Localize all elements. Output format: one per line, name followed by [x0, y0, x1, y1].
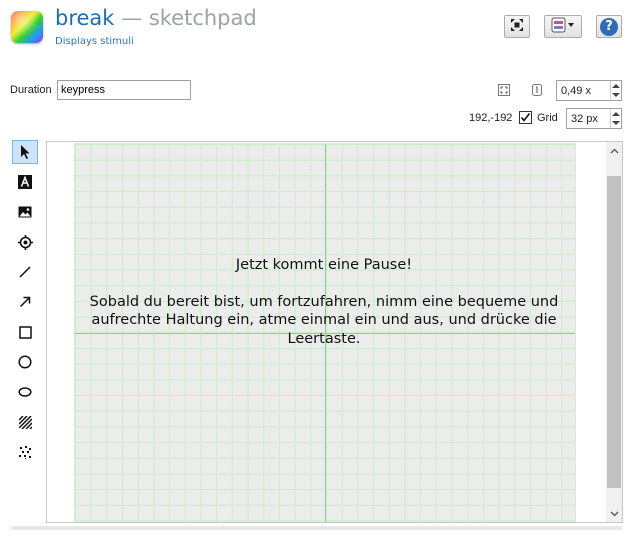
zoom-original-icon — [531, 81, 543, 100]
noise-patch-tool-icon — [18, 445, 31, 459]
zoom-value: 0,49 x — [561, 84, 591, 97]
expand-button[interactable] — [504, 15, 530, 38]
duration-field[interactable] — [57, 80, 191, 100]
spin-down-icon[interactable] — [612, 93, 620, 97]
canvas-text-line: Jetzt kommt eine Pause! — [235, 257, 413, 273]
tool-image[interactable] — [12, 200, 38, 224]
line-tool-icon — [19, 266, 31, 278]
scroll-down-button[interactable] — [606, 505, 622, 522]
help-button[interactable]: ? — [596, 15, 622, 38]
grid-size-spinbox[interactable]: 32 px — [566, 108, 622, 129]
spin-up-icon[interactable] — [612, 112, 620, 116]
tool-ellipse[interactable] — [12, 380, 38, 404]
grid-label: Grid — [537, 112, 558, 124]
fixdot-tool-icon — [17, 234, 33, 250]
canvas-text-line: Leertaste. — [287, 330, 361, 347]
tool-circle[interactable] — [12, 350, 38, 374]
zoom-fit-icon — [498, 81, 510, 100]
spin-up-icon[interactable] — [612, 84, 620, 88]
cursor-coordinates: 192,-192 — [469, 112, 513, 124]
scroll-up-button[interactable] — [606, 142, 622, 159]
duration-label: Duration — [10, 84, 52, 96]
tool-line[interactable] — [12, 260, 38, 284]
tool-fixdot[interactable] — [12, 230, 38, 254]
sketchpad-viewport[interactable]: Jetzt kommt eine Pause! Sobald du bereit… — [46, 141, 623, 523]
canvas-text-element[interactable]: Jetzt kommt eine Pause! Sobald du bereit… — [89, 256, 559, 348]
grid-checkbox[interactable] — [519, 111, 532, 124]
tool-text[interactable] — [12, 170, 38, 194]
scrollbar-thumb[interactable] — [607, 176, 621, 488]
arrow-tool-icon — [19, 296, 31, 308]
app-logo — [11, 11, 43, 43]
horizontal-scrollbar[interactable] — [11, 526, 622, 530]
tool-arrow[interactable] — [12, 290, 38, 314]
item-name[interactable]: break — [55, 6, 114, 30]
tool-gabor[interactable] — [12, 410, 38, 434]
item-type: sketchpad — [148, 6, 257, 30]
help-icon: ? — [600, 17, 618, 36]
image-tool-icon — [18, 206, 32, 218]
zoom-spinbox[interactable]: 0,49 x — [556, 80, 622, 101]
view-toggle-button[interactable] — [544, 15, 582, 38]
zoom-fit-button[interactable] — [497, 83, 511, 97]
arrow-pointer-icon — [21, 145, 30, 159]
checkmark-icon — [520, 113, 531, 122]
ellipse-tool-icon — [18, 387, 32, 397]
zoom-spin-arrows[interactable] — [610, 81, 621, 100]
zoom-original-button[interactable] — [530, 83, 544, 97]
rectangle-tool-icon — [18, 325, 32, 339]
tool-noise[interactable] — [12, 440, 38, 464]
canvas-text-line: aufrechte Haltung ein, atme einmal ein u… — [91, 312, 557, 328]
text-tool-icon — [18, 175, 32, 189]
chevron-up-icon — [610, 148, 618, 153]
chevron-down-icon — [610, 511, 618, 516]
canvas-text-line: Sobald du bereit bist, um fortzufahren, … — [89, 293, 559, 310]
vertical-scrollbar[interactable] — [606, 142, 622, 522]
item-title[interactable]: break — sketchpad — [55, 6, 257, 30]
spin-down-icon[interactable] — [612, 121, 620, 125]
gabor-tool-icon — [18, 415, 32, 429]
grid-size-value: 32 px — [571, 112, 598, 125]
tool-rectangle[interactable] — [12, 320, 38, 344]
circle-tool-icon — [18, 355, 32, 369]
expand-icon — [510, 17, 524, 36]
item-description[interactable]: Displays stimuli — [55, 36, 134, 47]
tool-select[interactable] — [12, 140, 38, 164]
grid-spin-arrows[interactable] — [610, 109, 621, 128]
sketchpad-canvas[interactable]: Jetzt kommt eine Pause! Sobald du bereit… — [74, 143, 576, 522]
view-toggle-icon — [550, 17, 576, 37]
title-separator: — — [114, 6, 149, 30]
